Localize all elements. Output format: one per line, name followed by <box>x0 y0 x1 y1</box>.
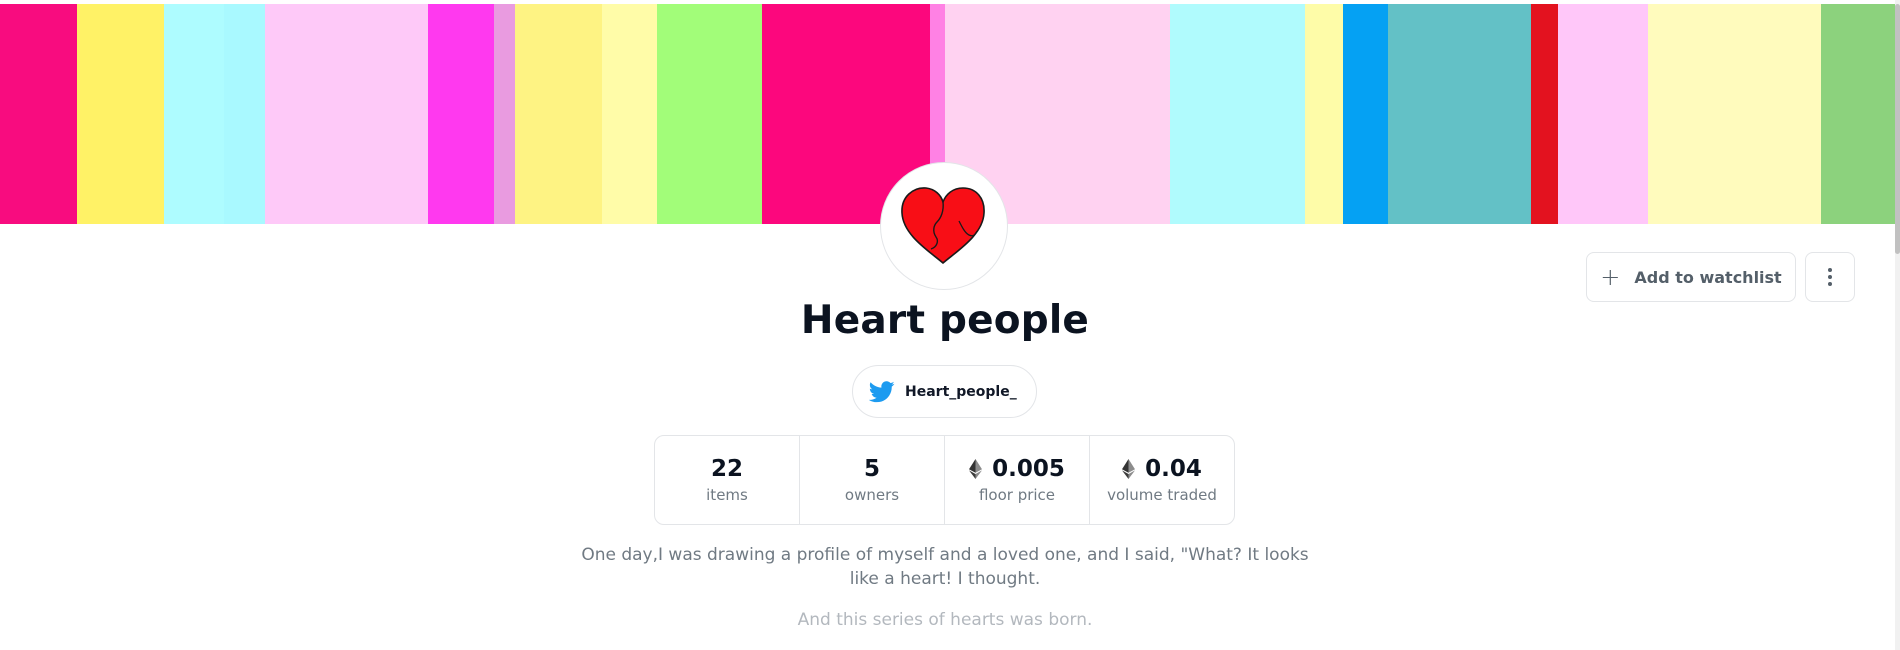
scrollbar-track[interactable] <box>1895 0 1900 650</box>
heart-icon <box>901 187 985 265</box>
banner-stripe <box>1531 4 1558 224</box>
banner-stripe <box>1558 4 1648 224</box>
banner-stripe <box>428 4 494 224</box>
banner-stripe <box>1343 4 1388 224</box>
stat-floor-price[interactable]: 0.005 floor price <box>945 436 1090 524</box>
scrollbar-thumb[interactable] <box>1895 4 1900 254</box>
plus-icon: + <box>1600 263 1621 291</box>
twitter-handle: Heart_people_ <box>905 383 1017 400</box>
stat-floor-price-value: 0.005 <box>992 456 1065 482</box>
stat-items[interactable]: 22 items <box>655 436 800 524</box>
collection-stats: 22 items 5 owners 0.005 floor price 0.04… <box>654 435 1235 525</box>
banner-stripe <box>265 4 428 224</box>
stat-value-row: 0.04 <box>1122 456 1202 482</box>
ethereum-icon <box>1122 459 1136 479</box>
watchlist-label: Add to watchlist <box>1634 267 1782 287</box>
banner-stripe <box>515 4 602 224</box>
banner-stripe <box>0 4 77 224</box>
stat-volume-traded-value: 0.04 <box>1145 456 1202 482</box>
collection-title: Heart people <box>800 298 1090 343</box>
banner-stripe <box>1170 4 1305 224</box>
banner-stripe <box>657 4 762 224</box>
more-vertical-icon <box>1828 268 1832 272</box>
stat-floor-price-label: floor price <box>978 486 1056 504</box>
banner-stripe <box>1821 4 1895 224</box>
stat-value-row: 22 <box>711 456 743 482</box>
banner-stripe <box>1388 4 1531 224</box>
stat-items-value: 22 <box>710 456 743 482</box>
collection-page: Heart people Heart_people_ 22 items 5 ow… <box>0 0 1900 650</box>
collection-description: One day,I was drawing a profile of mysel… <box>581 545 1309 589</box>
stat-items-label: items <box>706 486 748 504</box>
add-to-watchlist-button[interactable]: + Add to watchlist <box>1586 252 1796 302</box>
banner-stripe <box>1648 4 1821 224</box>
ethereum-icon <box>969 459 983 479</box>
stat-volume-traded[interactable]: 0.04 volume traded <box>1090 436 1234 524</box>
more-vertical-icon <box>1828 282 1832 286</box>
stat-owners-value: 5 <box>863 456 880 482</box>
stat-owners-label: owners <box>844 486 900 504</box>
banner-stripe <box>494 4 515 224</box>
banner-stripe <box>224 4 265 224</box>
stat-value-row: 0.005 <box>969 456 1065 482</box>
collection-avatar <box>880 162 1008 290</box>
twitter-link[interactable]: Heart_people_ <box>852 365 1037 418</box>
more-options-button[interactable] <box>1805 252 1855 302</box>
banner-stripe <box>602 4 657 224</box>
stat-owners[interactable]: 5 owners <box>800 436 945 524</box>
more-vertical-icon <box>1828 275 1832 279</box>
banner-stripe <box>1305 4 1343 224</box>
stat-value-row: 5 <box>864 456 880 482</box>
banner-stripe <box>164 4 224 224</box>
stat-volume-traded-label: volume traded <box>1107 486 1217 504</box>
collection-description-more: And this series of hearts was born. <box>797 610 1093 630</box>
twitter-icon <box>869 380 895 402</box>
banner-stripe <box>77 4 164 224</box>
